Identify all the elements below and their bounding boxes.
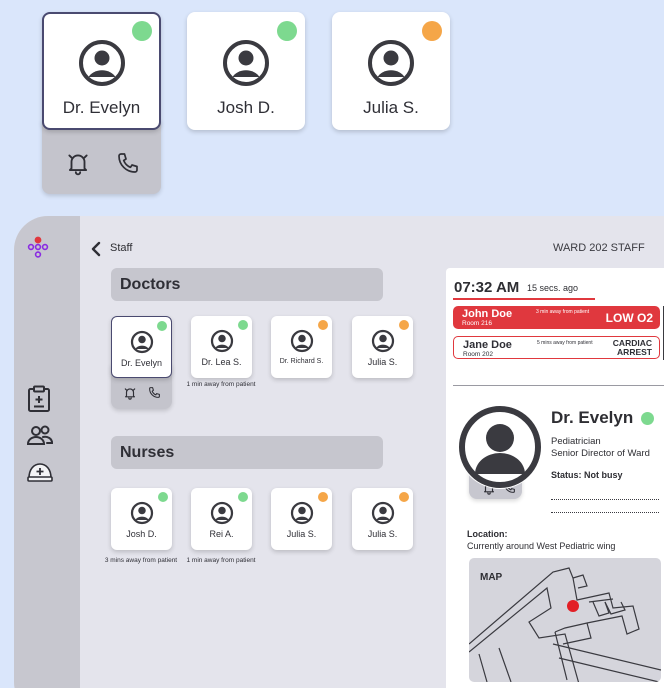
nurse-card-julia-s-2[interactable]: Julia S. — [352, 488, 413, 550]
staff-name: Dr. Lea S. — [201, 357, 242, 367]
nurse-caption: 3 mins away from patient — [104, 557, 178, 564]
bell-icon[interactable] — [65, 150, 91, 176]
phone-icon[interactable] — [116, 151, 140, 175]
staff-name: Julia S. — [286, 529, 317, 539]
profile-role: Pediatrician — [551, 436, 601, 447]
profile-avatar-icon — [458, 405, 542, 489]
avatar-icon — [130, 501, 153, 525]
dotted-line — [551, 499, 659, 500]
alerts-time: 07:32 AM — [454, 279, 520, 296]
staff-name: Dr. Evelyn — [120, 358, 162, 368]
avatar-icon — [371, 501, 394, 525]
sidebar — [14, 216, 80, 688]
doctor-card-dr-lea-s[interactable]: Dr. Lea S. — [191, 316, 252, 378]
chevron-left-icon[interactable] — [91, 241, 101, 257]
status-dot — [238, 320, 248, 330]
alert-patient: John Doe — [462, 308, 513, 320]
status-dot — [422, 21, 442, 41]
profile-title: Senior Director of Ward — [551, 448, 650, 459]
map-marker — [567, 600, 579, 612]
avatar-icon — [223, 40, 269, 86]
bell-icon[interactable] — [123, 386, 137, 400]
alert-jane-doe[interactable]: Jane Doe Room 202 5 mins away from patie… — [453, 336, 660, 359]
alert-status: LOW O2 — [605, 311, 653, 325]
status-dot — [399, 492, 409, 502]
location-label: Location: — [467, 529, 508, 539]
alert-away: 3 min away from patient — [536, 309, 590, 315]
staff-name: Julia S. — [367, 357, 398, 367]
staff-card-josh-d[interactable]: Josh D. — [187, 12, 305, 130]
status-dot — [132, 21, 152, 41]
app-window: Staff WARD 202 STAFF Doctors Dr. Evelyn … — [14, 216, 664, 688]
staff-name: Dr. Evelyn — [62, 98, 141, 117]
nurse-card-josh-d[interactable]: Josh D. — [111, 488, 172, 550]
clipboard-icon[interactable] — [26, 385, 52, 413]
avatar-icon — [368, 40, 414, 86]
back-label[interactable]: Staff — [110, 242, 132, 254]
app-logo-icon[interactable] — [26, 236, 50, 260]
alert-patient: Jane Doe — [463, 339, 512, 351]
staff-card-dr-evelyn[interactable]: Dr. Evelyn — [42, 12, 161, 130]
phone-icon[interactable] — [148, 386, 161, 399]
alert-status: CARDIAC ARREST — [612, 338, 652, 357]
status-dot — [318, 492, 328, 502]
avatar-icon — [210, 501, 233, 525]
status-dot — [399, 320, 409, 330]
avatar-icon — [371, 329, 394, 353]
staff-name: Josh D. — [217, 98, 275, 117]
doctors-heading: Doctors — [111, 268, 383, 301]
nurse-caption: 1 min away from patient — [186, 557, 256, 564]
staff-name: Julia S. — [367, 529, 398, 539]
status-dot — [158, 492, 168, 502]
dotted-line — [551, 512, 659, 513]
people-icon[interactable] — [26, 423, 54, 449]
avatar-icon — [78, 40, 125, 86]
location-value: Currently around West Pediatric wing — [467, 541, 616, 551]
status-dot — [277, 21, 297, 41]
page-title: WARD 202 STAFF — [553, 242, 645, 254]
staff-card-julia-s[interactable]: Julia S. — [332, 12, 450, 130]
map-label: MAP — [480, 572, 503, 583]
avatar-icon — [210, 329, 233, 353]
divider — [453, 385, 664, 386]
doctor-card-dr-richard-s[interactable]: Dr. Richard S. — [271, 316, 332, 378]
doctor-card-dr-evelyn[interactable]: Dr. Evelyn — [111, 316, 172, 378]
profile-status: Status: Not busy — [551, 470, 623, 480]
profile-name: Dr. Evelyn — [551, 408, 634, 427]
main-content: Staff WARD 202 STAFF Doctors Dr. Evelyn … — [80, 216, 664, 688]
status-dot — [641, 412, 654, 425]
detail-panel: 07:32 AM 15 secs. ago John Doe Room 216 … — [446, 268, 664, 688]
doctor-card-julia-s[interactable]: Julia S. — [352, 316, 413, 378]
staff-name: Dr. Richard S. — [279, 358, 324, 365]
staff-name: Rei A. — [209, 529, 234, 539]
status-dot — [157, 321, 167, 331]
avatar-icon — [290, 329, 313, 353]
alerts-ago: 15 secs. ago — [527, 283, 579, 293]
nurse-card-julia-s[interactable]: Julia S. — [271, 488, 332, 550]
avatar-icon — [130, 330, 153, 354]
alerts-underline — [453, 298, 595, 300]
status-dot — [238, 492, 248, 502]
status-dot — [318, 320, 328, 330]
nurse-card-rei-a[interactable]: Rei A. — [191, 488, 252, 550]
avatar-icon — [290, 501, 313, 525]
ward-map[interactable]: MAP — [469, 558, 661, 682]
card-actions-tray — [42, 120, 161, 194]
doctor-caption: 1 min away from patient — [186, 381, 256, 388]
alert-away: 5 mins away from patient — [537, 340, 593, 346]
alert-john-doe[interactable]: John Doe Room 216 3 min away from patien… — [453, 306, 660, 329]
nurse-cap-icon[interactable] — [26, 460, 54, 484]
staff-name: Josh D. — [126, 529, 157, 539]
staff-name: Julia S. — [363, 98, 419, 117]
nurses-heading: Nurses — [111, 436, 383, 469]
alert-room: Room 216 — [462, 320, 492, 327]
alert-room: Room 202 — [463, 351, 493, 358]
